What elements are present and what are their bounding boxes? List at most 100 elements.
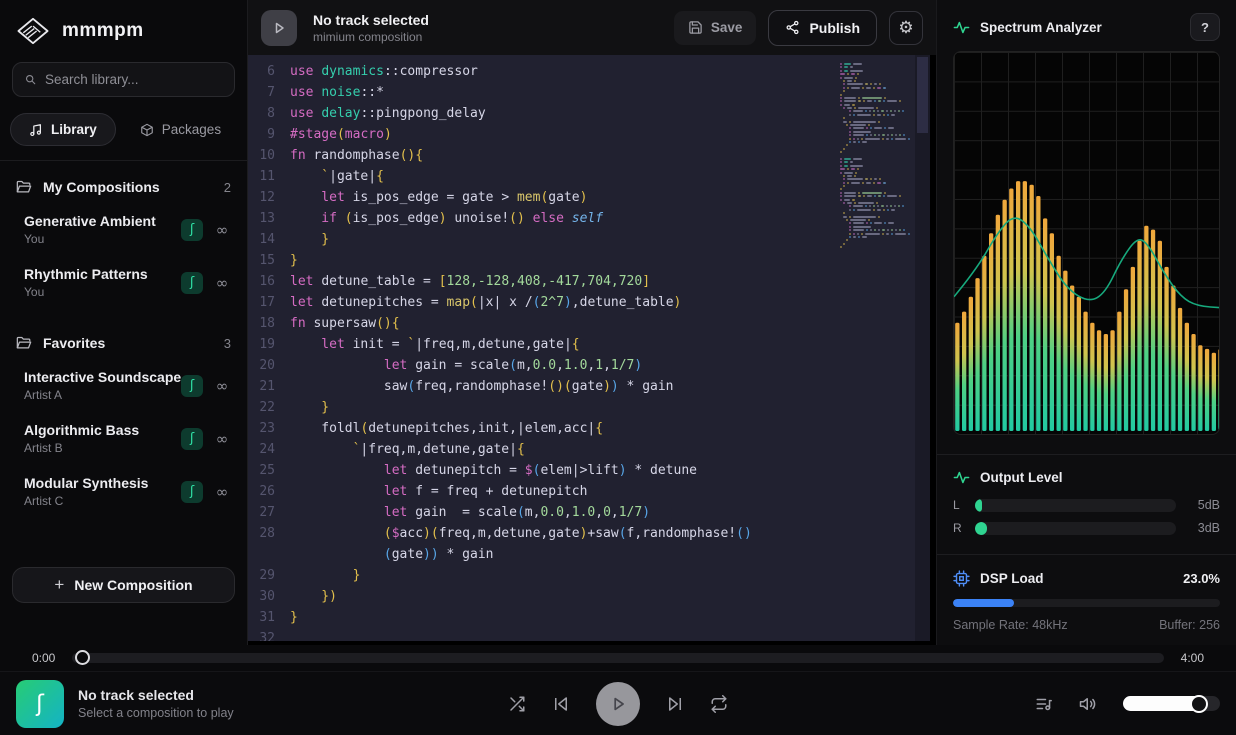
section-my-compositions[interactable]: My Compositions 2 (0, 161, 247, 203)
tab-packages[interactable]: Packages (122, 114, 239, 145)
code-line[interactable]: 20let gain = scale(m,0.0,1.0,1,1/7) (248, 355, 930, 376)
brand-name: mmmpm (62, 20, 144, 42)
shuffle-button[interactable] (508, 695, 526, 713)
code-line[interactable]: 29} (248, 565, 930, 586)
search-input[interactable] (45, 72, 222, 87)
code-line[interactable]: 24`|freq,m,detune,gate|{ (248, 439, 930, 460)
code-line[interactable]: 25let detunepitch = $(elem|>lift) * detu… (248, 460, 930, 481)
section-favorites[interactable]: Favorites 3 (0, 309, 247, 359)
track-info: No track selected mimium composition (313, 12, 429, 44)
channel-value: 3dB (1186, 521, 1220, 535)
app-root: mmmpm Library (0, 0, 1236, 735)
code-line[interactable]: 32 (248, 628, 930, 641)
list-item-generative-ambient[interactable]: Generative Ambient You ʃ ∞ (0, 203, 247, 256)
volume-slider[interactable] (1123, 696, 1220, 711)
folder-icon (16, 179, 32, 195)
list-item-modular-synthesis[interactable]: Modular Synthesis Artist C ʃ ∞ (0, 465, 247, 518)
scrollbar-thumb[interactable] (917, 57, 928, 133)
mimium-badge-icon: ʃ (181, 375, 203, 397)
code-line[interactable]: (gate)) * gain (248, 544, 930, 565)
code-line[interactable]: 21saw(freq,randomphase!()(gate)) * gain (248, 376, 930, 397)
preview-play-button[interactable] (261, 10, 297, 46)
mimium-badge-icon: ʃ (181, 272, 203, 294)
code-line[interactable]: 27let gain = scale(m,0.0,1.0,0,1/7) (248, 502, 930, 523)
analysis-panel: Spectrum Analyzer ? Output Level L (936, 0, 1236, 645)
new-composition-button[interactable]: + New Composition (12, 567, 235, 603)
volume-icon (1079, 695, 1097, 713)
player-track-subtitle: Select a composition to play (78, 706, 234, 720)
code-line[interactable]: 19let init = `|freq,m,detune,gate|{ (248, 334, 930, 355)
repeat-button[interactable] (710, 695, 728, 713)
code-line[interactable]: 18fn supersaw(){ (248, 313, 930, 334)
center-column: No track selected mimium composition Sav… (248, 0, 936, 645)
code-line[interactable]: 7use noise::* (248, 82, 930, 103)
item-subtitle: Artist C (24, 494, 173, 508)
code-line[interactable]: 8use delay::pingpong_delay (248, 103, 930, 124)
list-item-interactive-soundscape[interactable]: Interactive Soundscape Artist A ʃ ∞ (0, 359, 247, 412)
code-line[interactable]: 12let is_pos_edge = gate > mem(gate) (248, 187, 930, 208)
item-title: Algorithmic Bass (24, 422, 173, 438)
infinity-icon: ∞ (211, 274, 233, 292)
item-subtitle: Artist B (24, 441, 173, 455)
infinity-icon: ∞ (211, 430, 233, 448)
code-line[interactable]: 30}) (248, 586, 930, 607)
seek-knob[interactable] (75, 650, 90, 665)
previous-button[interactable] (552, 695, 570, 713)
code-line[interactable]: 28($acc)(freq,m,detune,gate)+saw(f,rando… (248, 523, 930, 544)
meter-row-right: R 3dB (937, 518, 1236, 541)
app-logo-icon (16, 16, 50, 46)
code-line[interactable]: 23foldl(detunepitches,init,|elem,acc|{ (248, 418, 930, 439)
player-bar: ʃ No track selected Select a composition… (0, 671, 1236, 735)
seek-track[interactable] (72, 653, 1164, 663)
output-header: Output Level (937, 457, 1236, 495)
code-line[interactable]: 17let detunepitches = map(|x| x /(2^7),d… (248, 292, 930, 313)
queue-button[interactable] (1035, 695, 1053, 713)
play-button[interactable] (596, 682, 640, 726)
item-text: Generative Ambient You (24, 213, 173, 246)
code-line[interactable]: 31} (248, 607, 930, 628)
dsp-load-fill (953, 599, 1014, 607)
editor-scrollbar[interactable] (915, 55, 930, 641)
code-line[interactable]: 14} (248, 229, 930, 250)
code-line[interactable]: 15} (248, 250, 930, 271)
code-line[interactable]: 13if (is_pos_edge) unoise!() else self (248, 208, 930, 229)
folder-icon (16, 335, 32, 351)
volume-fill (1123, 696, 1199, 711)
code-editor[interactable]: 6use dynamics::compressor7use noise::*8u… (248, 55, 930, 641)
next-button[interactable] (666, 695, 684, 713)
gear-icon: ⚙ (898, 18, 913, 38)
buffer-label: Buffer: 256 (1159, 618, 1220, 632)
help-button[interactable]: ? (1190, 13, 1220, 41)
code-line[interactable]: 11`|gate|{ (248, 166, 930, 187)
code-line[interactable]: 10fn randomphase(){ (248, 145, 930, 166)
publish-button[interactable]: Publish (768, 10, 877, 46)
settings-button[interactable]: ⚙ (889, 11, 923, 45)
player-right-controls (1035, 695, 1220, 713)
mimium-badge-icon: ʃ (181, 481, 203, 503)
code-line[interactable]: 9#stage(macro) (248, 124, 930, 145)
tab-library[interactable]: Library (10, 113, 116, 146)
channel-label: R (953, 521, 965, 535)
infinity-icon: ∞ (211, 221, 233, 239)
code-line[interactable]: 6use dynamics::compressor (248, 61, 930, 82)
code-line[interactable]: 16let detune_table = [128,-128,408,-417,… (248, 271, 930, 292)
code-line[interactable]: 26let f = freq + detunepitch (248, 481, 930, 502)
item-title: Generative Ambient (24, 213, 173, 229)
volume-button[interactable] (1079, 695, 1097, 713)
dsp-title: DSP Load (980, 571, 1173, 586)
list-item-rhythmic-patterns[interactable]: Rhythmic Patterns You ʃ ∞ (0, 256, 247, 309)
save-button[interactable]: Save (674, 11, 757, 45)
item-subtitle: You (24, 232, 173, 246)
item-title: Modular Synthesis (24, 475, 173, 491)
track-title: No track selected (313, 12, 429, 28)
package-icon (140, 123, 154, 137)
plus-icon: + (54, 575, 64, 595)
editor-minimap[interactable] (840, 63, 906, 253)
meter-row-left: L 5dB (937, 495, 1236, 518)
item-title: Interactive Soundscape (24, 369, 173, 385)
code-line[interactable]: 22} (248, 397, 930, 418)
dsp-load-section: DSP Load 23.0% Sample Rate: 48kHz Buffer… (937, 555, 1236, 645)
infinity-icon: ∞ (211, 377, 233, 395)
list-item-algorithmic-bass[interactable]: Algorithmic Bass Artist B ʃ ∞ (0, 412, 247, 465)
volume-knob[interactable] (1190, 695, 1208, 713)
